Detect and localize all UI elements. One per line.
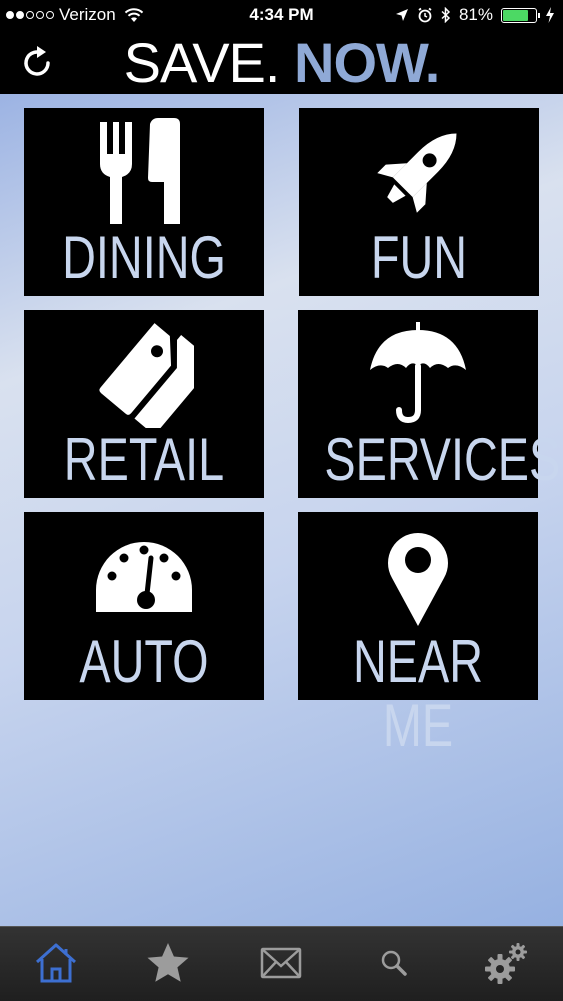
map-pin-icon	[388, 533, 448, 626]
tile-auto[interactable]: AUTO	[24, 512, 264, 700]
tile-fun[interactable]: FUN	[299, 108, 539, 296]
tab-bar	[0, 926, 563, 1001]
umbrella-icon	[370, 322, 466, 424]
alarm-clock-icon	[418, 7, 432, 23]
signal-strength-icon	[6, 11, 54, 19]
carrier-name: Verizon	[59, 5, 116, 24]
tile-near-me[interactable]: NEAR ME	[298, 512, 538, 758]
fork-knife-icon	[100, 118, 180, 224]
tile-services-label: SERVICES	[324, 426, 561, 493]
rocket-icon	[377, 133, 457, 213]
tile-fun-label: FUN	[370, 224, 468, 291]
battery-icon	[501, 7, 540, 23]
bluetooth-icon	[441, 7, 451, 23]
tile-near-me-label: NEAR ME	[352, 628, 484, 759]
gears-icon[interactable]	[482, 939, 530, 987]
mail-icon[interactable]	[257, 939, 305, 987]
price-tags-icon	[96, 318, 194, 428]
brand-save: SAVE.	[123, 31, 281, 94]
status-right: 81%	[395, 5, 555, 25]
location-arrow-icon	[395, 9, 408, 21]
search-icon[interactable]	[370, 939, 418, 987]
status-bar: Verizon 4:34 PM 81%	[0, 0, 563, 32]
tile-auto-label: AUTO	[79, 628, 209, 695]
brand-logo: SAVE. NOW.	[0, 34, 563, 92]
status-left: Verizon	[6, 5, 144, 25]
tile-services[interactable]: SERVICES	[298, 310, 561, 498]
speedometer-icon	[96, 542, 192, 612]
home-icon[interactable]	[32, 939, 80, 987]
battery-percent: 81%	[458, 5, 493, 24]
brand-now: NOW.	[294, 31, 440, 94]
tile-dining-label: DINING	[62, 224, 226, 291]
category-grid: DINING FUN RETAIL SERVICES AUTO NEAR ME	[0, 94, 563, 926]
wifi-icon	[124, 8, 143, 22]
star-icon[interactable]	[144, 939, 192, 987]
tile-dining[interactable]: DINING	[24, 108, 264, 296]
charging-bolt-icon	[546, 7, 554, 23]
tile-retail[interactable]: RETAIL	[24, 310, 264, 498]
tile-retail-label: RETAIL	[63, 426, 225, 493]
app-header: SAVE. NOW.	[0, 32, 563, 94]
